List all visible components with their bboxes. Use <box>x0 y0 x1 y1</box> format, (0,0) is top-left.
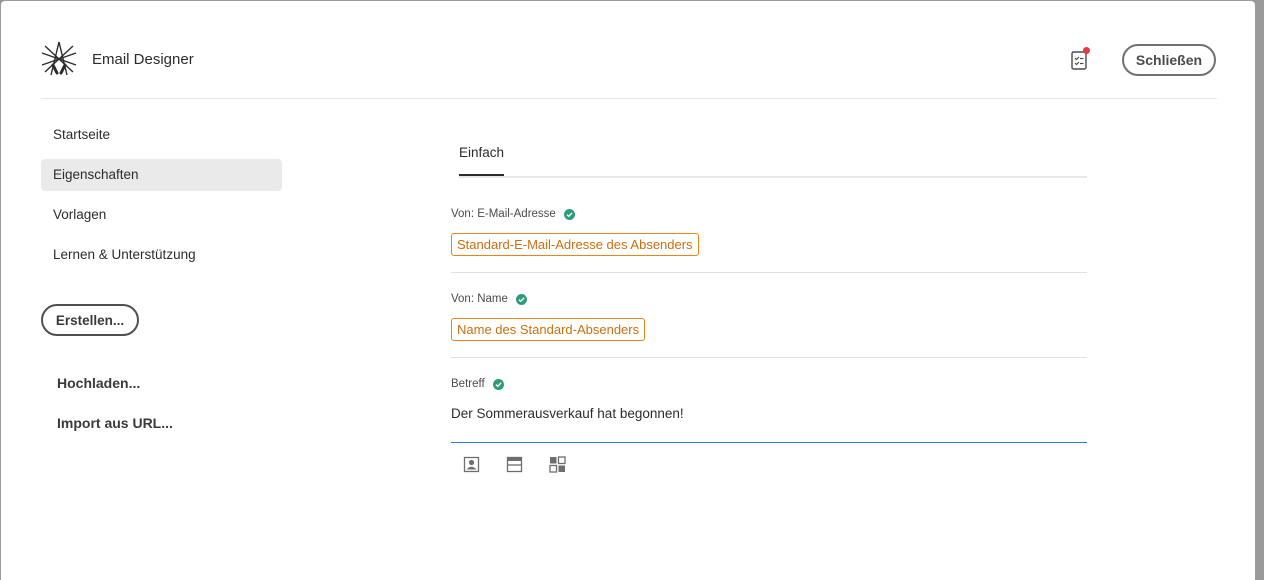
notification-badge <box>1083 47 1090 54</box>
sidebar-item-properties[interactable]: Eigenschaften <box>41 159 282 191</box>
sidebar-item-templates[interactable]: Vorlagen <box>41 199 282 231</box>
tab-simple[interactable]: Einfach <box>459 145 505 176</box>
upload-link[interactable]: Hochladen... <box>57 375 140 391</box>
import-url-link[interactable]: Import aus URL... <box>57 415 173 431</box>
from-name-label: Von: Name <box>451 293 508 305</box>
subject-field: Betreff Der Sommerausverkauf hat begonne… <box>451 378 1087 443</box>
from-email-input[interactable]: Standard-E-Mail-Adresse des Absenders <box>451 233 1087 273</box>
dialog-header: Email Designer Schließen <box>41 31 1217 99</box>
from-email-field: Von: E-Mail-Adresse Standard-E-Mail-Adre… <box>451 208 1087 273</box>
from-name-field: Von: Name Name des Standard-Absenders <box>451 293 1087 358</box>
subject-input[interactable]: Der Sommerausverkauf hat begonnen! <box>451 403 1087 443</box>
from-name-input[interactable]: Name des Standard-Absenders <box>451 318 1087 358</box>
from-email-label: Von: E-Mail-Adresse <box>451 208 556 220</box>
sidebar-nav: Startseite Eigenschaften Vorlagen Lernen… <box>41 119 282 279</box>
valid-check-icon <box>563 208 575 220</box>
app-title: Email Designer <box>92 51 194 68</box>
valid-check-icon <box>492 378 504 390</box>
from-email-token[interactable]: Standard-E-Mail-Adresse des Absenders <box>451 233 699 256</box>
email-designer-dialog: Email Designer Schließen Startseite Eige… <box>1 1 1255 580</box>
sidebar-item-learn-support[interactable]: Lernen & Unterstützung <box>41 239 282 271</box>
create-button[interactable]: Erstellen... <box>41 304 139 336</box>
close-button[interactable]: Schließen <box>1122 44 1216 76</box>
subject-toolbar <box>463 456 566 473</box>
from-name-token[interactable]: Name des Standard-Absenders <box>451 318 646 341</box>
content-block-icon[interactable] <box>506 456 523 473</box>
subject-label: Betreff <box>451 378 485 390</box>
email-designer-logo-icon <box>41 41 77 76</box>
sidebar-item-home[interactable]: Startseite <box>41 119 282 151</box>
personalization-icon[interactable] <box>463 456 480 473</box>
tab-bar: Einfach <box>459 133 1087 178</box>
valid-check-icon <box>515 293 527 305</box>
dynamic-content-icon[interactable] <box>549 456 566 473</box>
